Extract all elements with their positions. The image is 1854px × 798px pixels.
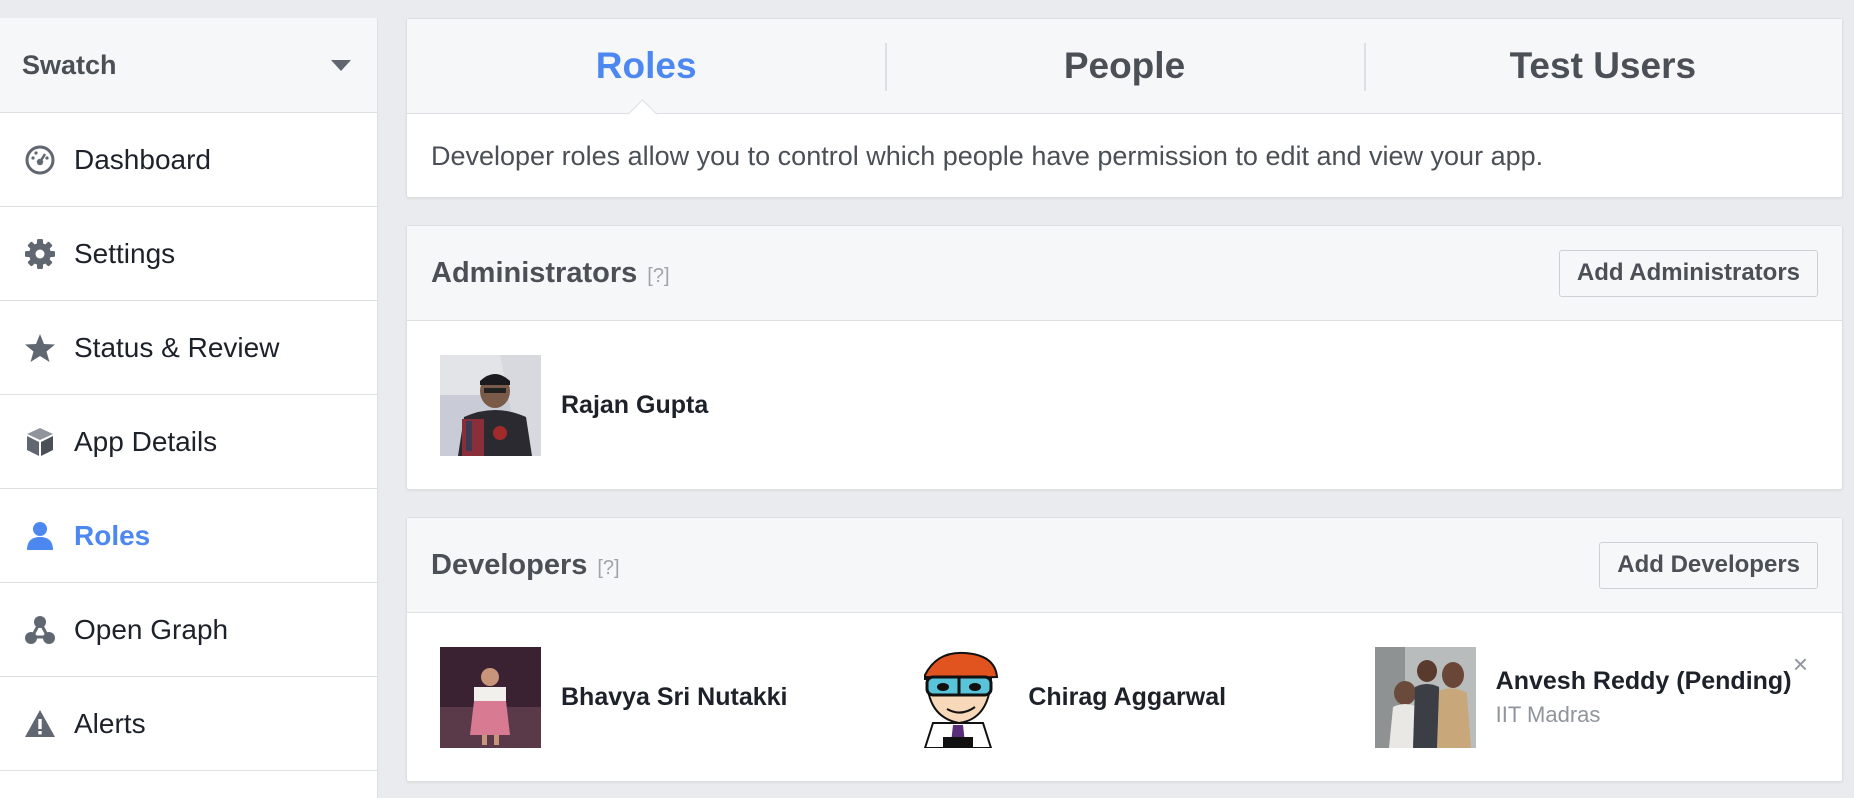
help-link[interactable]: [?] (597, 557, 619, 580)
main-content: Roles People Test Users Developer roles … (406, 18, 1843, 782)
person-name[interactable]: Bhavya Sri Nutakki (561, 683, 788, 712)
person-icon (24, 520, 56, 552)
app-name: Swatch (22, 49, 117, 80)
add-administrators-button[interactable]: Add Administrators (1558, 249, 1818, 297)
help-link[interactable]: [?] (647, 265, 669, 288)
list-item[interactable]: Rajan Gupta (440, 354, 914, 456)
sidebar-item-alerts[interactable]: Alerts (0, 677, 377, 771)
sidebar-item-app-details[interactable]: App Details (0, 395, 377, 489)
roles-description: Developer roles allow you to control whi… (431, 140, 1544, 171)
tab-bar: Roles People Test Users (407, 19, 1842, 114)
sidebar-item-roles[interactable]: Roles (0, 489, 377, 583)
avatar[interactable] (1374, 646, 1476, 748)
roles-tabs-card: Roles People Test Users Developer roles … (406, 18, 1843, 198)
section-title: Administrators [?] (431, 257, 670, 290)
administrators-list: Rajan Gupta (407, 321, 1842, 489)
sidebar-item-label: Roles (74, 519, 151, 551)
list-item[interactable]: Chirag Aggarwal (907, 646, 1374, 748)
dashboard-icon (24, 144, 56, 176)
person-name[interactable]: Chirag Aggarwal (1028, 683, 1226, 712)
sidebar-item-label: Settings (74, 237, 176, 269)
developers-header: Developers [?] Add Developers (407, 518, 1842, 613)
sidebar-item-label: Status & Review (74, 331, 280, 363)
sidebar-item-settings[interactable]: Settings (0, 207, 377, 301)
cube-icon (24, 426, 56, 458)
person-name[interactable]: Rajan Gupta (561, 391, 708, 420)
sidebar-item-label: Dashboard (74, 143, 211, 175)
chevron-down-icon[interactable] (331, 59, 351, 71)
sidebar-item-label: Alerts (74, 707, 146, 739)
close-icon[interactable]: × (1793, 649, 1808, 680)
person-name[interactable]: Anvesh Reddy (Pending) (1496, 667, 1792, 696)
tab-roles[interactable]: Roles (407, 19, 885, 113)
developers-list: Bhavya Sri Nutakki Chirag Aggarwal Anves… (407, 613, 1842, 781)
sidebar-item-dashboard[interactable]: Dashboard (0, 113, 377, 207)
list-item[interactable]: Bhavya Sri Nutakki (440, 646, 907, 748)
administrators-header: Administrators [?] Add Administrators (407, 226, 1842, 321)
graph-icon (24, 614, 56, 646)
administrators-section: Administrators [?] Add Administrators Ra… (406, 225, 1843, 490)
person-info: Anvesh Reddy (Pending) IIT Madras (1496, 667, 1792, 728)
app-switcher[interactable]: Swatch (0, 18, 377, 113)
sidebar-item-label: Open Graph (74, 613, 229, 645)
administrators-title: Administrators (431, 256, 638, 289)
tab-test-users[interactable]: Test Users (1363, 19, 1842, 113)
person-subtitle: IIT Madras (1495, 701, 1601, 727)
star-icon (24, 332, 56, 364)
list-item[interactable]: Anvesh Reddy (Pending) IIT Madras (1374, 646, 1842, 748)
tab-people[interactable]: People (885, 19, 1363, 113)
avatar[interactable] (440, 646, 541, 748)
developers-section: Developers [?] Add Developers Bhavya Sri… (406, 517, 1843, 782)
gear-icon (24, 238, 56, 270)
avatar[interactable] (440, 354, 541, 456)
section-title: Developers [?] (431, 549, 620, 582)
developers-title: Developers (431, 548, 588, 581)
sidebar-item-status-review[interactable]: Status & Review (0, 301, 377, 395)
avatar[interactable] (907, 646, 1009, 748)
sidebar-item-label: App Details (74, 425, 218, 457)
sidebar-item-open-graph[interactable]: Open Graph (0, 583, 377, 677)
warning-icon (24, 708, 56, 740)
sidebar: Swatch Dashboard Settings Status & Revie… (0, 18, 378, 798)
add-developers-button[interactable]: Add Developers (1599, 541, 1818, 589)
